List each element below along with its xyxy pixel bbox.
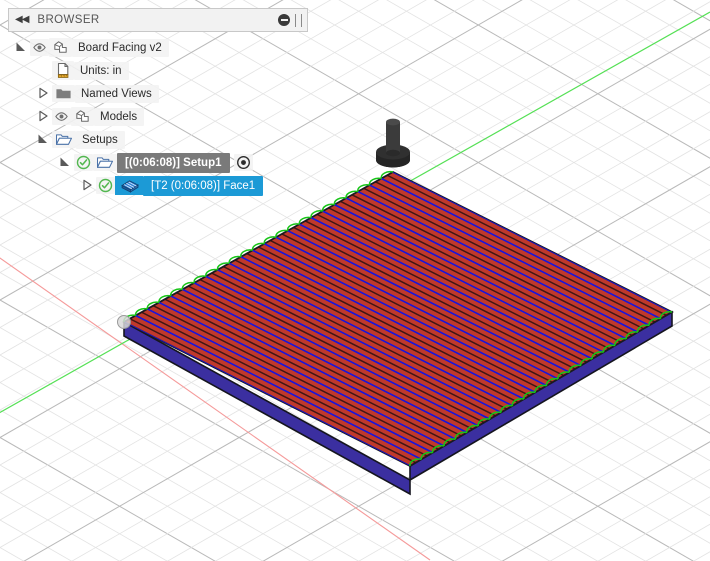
face-mill-tool: [376, 118, 410, 168]
green-check-icon[interactable]: [74, 154, 93, 171]
tree-item-face1[interactable]: [T2 (0:06:08)] Face1: [8, 174, 308, 197]
expander-closed-icon[interactable]: [36, 86, 52, 102]
tree-item-label: [(0:06:08)] Setup1: [117, 152, 230, 173]
browser-tree[interactable]: Board Facing v2 Units: in Named Views Model…: [8, 32, 308, 197]
expander-open-icon[interactable]: [58, 155, 74, 171]
tree-item-label: [T2 (0:06:08)] Face1: [143, 175, 264, 196]
expander-closed-icon[interactable]: [80, 178, 96, 194]
browser-panel-title: BROWSER: [37, 14, 100, 26]
browser-panel-header[interactable]: ◀◀ BROWSER: [8, 8, 308, 32]
tree-item-label: Models: [94, 107, 145, 126]
component-icon: [49, 38, 72, 57]
target-dot-icon[interactable]: [233, 154, 253, 171]
component-icon: [71, 107, 94, 126]
minus-circle-icon[interactable]: [278, 14, 290, 26]
green-check-icon[interactable]: [96, 177, 115, 194]
tree-item-label: Board Facing v2: [72, 38, 169, 57]
panel-resize-handle-icon[interactable]: [295, 13, 302, 27]
eye-icon[interactable]: [52, 108, 71, 125]
tree-item-setup1[interactable]: [(0:06:08)] Setup1: [8, 151, 308, 174]
browser-panel[interactable]: ◀◀ BROWSER Board Facing v2 Units: in Named…: [8, 8, 308, 197]
tree-item-units[interactable]: Units: in: [8, 59, 308, 82]
expander-open-icon[interactable]: [14, 40, 30, 56]
expander-closed-icon[interactable]: [36, 109, 52, 125]
tree-item-root-document[interactable]: Board Facing v2: [8, 36, 308, 59]
tree-item-models[interactable]: Models: [8, 105, 308, 128]
expander-open-icon[interactable]: [36, 132, 52, 148]
tree-item-label: Units: in: [74, 61, 129, 80]
tree-item-named-views[interactable]: Named Views: [8, 82, 308, 105]
tree-item-setups[interactable]: Setups: [8, 128, 308, 151]
simulation-playback-bar[interactable]: [0, 486, 710, 561]
facing-operation-icon: [115, 176, 143, 195]
origin-sphere-icon: [117, 315, 131, 329]
folder-icon: [52, 85, 75, 102]
double-left-chevron-icon[interactable]: ◀◀: [15, 15, 29, 25]
tree-item-label: Setups: [76, 130, 125, 149]
setup-folder-icon: [52, 131, 76, 148]
eye-icon[interactable]: [30, 39, 49, 56]
tree-item-label: Named Views: [75, 84, 159, 103]
units-document-icon: [52, 61, 74, 80]
application-window: ◀◀ BROWSER Board Facing v2 Units: in Named…: [0, 0, 710, 561]
setup-folder-icon: [93, 154, 117, 171]
